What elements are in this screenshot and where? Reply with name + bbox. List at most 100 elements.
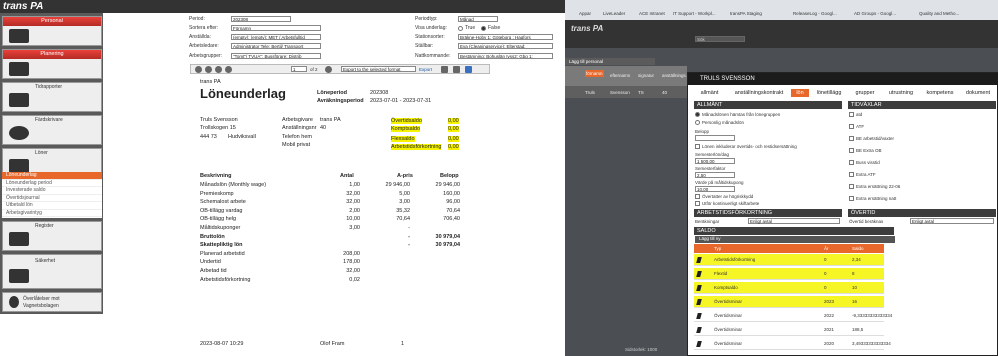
edit-icon[interactable] [696,313,702,319]
first-page-icon[interactable] [195,66,202,73]
print-icon[interactable] [441,66,448,73]
col-saldo[interactable]: Saldo [852,246,864,251]
layout-icon[interactable] [465,66,472,73]
menu-item-loneunderlag-period[interactable]: Löneunderlag period [2,179,102,187]
tidvaxlar-checkbox[interactable] [849,184,854,189]
bookmark[interactable]: Quality and Metho... [919,11,959,16]
saldo-add-button[interactable]: Lägg till ny [695,236,895,243]
tidvaxlar-checkbox[interactable] [849,196,854,201]
bookmark[interactable]: ReleaseLog - Googl... [793,11,837,16]
overtid-select[interactable]: Enligt avtal [910,218,994,224]
sidebar-section-overlatelser[interactable]: Överlåtelser mot Vagnetsbolagen [2,292,102,312]
saldo-typ: Övertidsminar [714,327,743,332]
tidvaxlar-checkbox[interactable] [849,124,854,129]
edit-icon[interactable] [696,327,702,333]
station-select[interactable]: Bräkne-Hoby 1; Göteborg ; Hagfors [458,34,553,40]
saldo-row[interactable]: Övertidsminar 2021 188,5 [694,324,884,336]
menu-item-investerade-saldo[interactable]: Investerade saldo [2,187,102,195]
sidebar-section-tidrapporter[interactable]: Tidrapporter [2,82,102,112]
edit-icon[interactable] [696,299,702,305]
berakningar-select[interactable]: Enligt avtal [748,218,840,224]
bookmark[interactable]: AD Groups - Googl... [854,11,896,16]
tab-lonetillagg[interactable]: lönetillägg [810,89,848,97]
edit-icon[interactable] [696,341,702,347]
col-fornamn[interactable]: förnamn [585,70,604,77]
table-row[interactable]: Truls Svensson TS 40 [565,86,687,98]
sortera-select[interactable]: Förnamn [231,25,321,31]
saldo-row[interactable]: Övertidsminar 2022 -9,33333333333334 [694,310,892,322]
menu-item-loneunderlag[interactable]: Löneunderlag [2,172,102,180]
next-page-icon[interactable] [325,66,332,73]
refresh-icon[interactable] [215,66,222,73]
sidebar-section-personal[interactable]: Personal [2,16,102,46]
zoom-icon[interactable] [225,66,232,73]
bookmark[interactable]: LiveLeader [603,11,625,16]
ovtid-checkbox[interactable] [695,194,700,199]
tab-allmant[interactable]: allmänt [692,89,727,97]
tidvaxlar-checkbox[interactable] [849,172,854,177]
utfor-checkbox[interactable] [695,201,700,206]
tab-grupper[interactable]: grupper [851,89,879,97]
export-link[interactable]: Export [419,67,432,72]
visa-false-radio[interactable] [481,26,486,31]
bookmark[interactable]: IT Support - Workpl... [673,11,716,16]
tidvaxlar-checkbox[interactable] [849,160,854,165]
menu-item-utbetald-lon[interactable]: Utbetald lön [2,202,102,210]
tidvaxlar-checkbox[interactable] [849,148,854,153]
tab-dokument[interactable]: dokument [960,89,996,97]
saldo-row[interactable]: Arbetstidsförkortning 0 2,34 [694,254,884,266]
page-input[interactable]: 1 [291,66,307,72]
bookmark[interactable]: ACE Intranet [639,11,665,16]
add-personal-button[interactable]: Lägg till personal [565,58,655,65]
export-format-select[interactable]: Export to the selected format [341,66,416,72]
tidvaxlar-checkbox[interactable] [849,136,854,141]
arbetsledare-select[interactable]: Administrator Tele; Bertil/ Transport [231,43,321,49]
print-page-icon[interactable] [453,66,460,73]
pager-size[interactable]: Sidstorlek: 1000 [625,347,657,352]
bookmark[interactable]: Appar [579,11,591,16]
visa-false-label: False [488,25,501,31]
edit-icon[interactable] [696,257,702,263]
sidebar-section-fardskrivare[interactable]: Färdskrivare [2,115,102,145]
search-input[interactable]: Sök [695,36,745,42]
col-ar[interactable]: År [824,246,829,251]
edit-icon[interactable] [696,285,702,291]
maltid-input[interactable]: 10,00 [695,186,735,192]
tab-utrustning[interactable]: utrustning [882,89,920,97]
grid-header: förnamn efternamn signatur anställnings.… [565,66,690,86]
tab-kompetens[interactable]: kompetens [922,89,958,97]
periodtyp-select[interactable]: Månad [458,16,498,22]
menu-item-arbetsgivarintyg[interactable]: Arbetsgivarintyg [2,209,102,217]
col-typ[interactable]: Typ [714,246,721,251]
saldo-row[interactable]: Övertidsminar 2020 3,49333333333334 [694,338,891,350]
arbetsgrupper-select[interactable]: "Tomt"/ TVUA"; Bussförare; Distrib [231,53,321,59]
col-signatur[interactable]: signatur [638,73,654,78]
saldo-row[interactable]: Övertidsminar 2023 16 [694,296,884,308]
prev-page-icon[interactable] [205,66,212,73]
tidvaxlar-checkbox[interactable] [849,112,854,117]
semesterfaktor-input[interactable]: 2,50 [695,172,735,178]
lonen-checkbox[interactable] [695,144,700,149]
sidebar-section-register[interactable]: Register [2,221,102,251]
loner-submenu: Löneunderlag Löneunderlag period Investe… [2,172,102,218]
semesterlon-input[interactable]: 1 500,00 [695,158,735,164]
period-input[interactable]: 202308 [231,16,291,22]
belopp-input[interactable] [695,135,735,141]
saldo-row[interactable]: Komptsaldo 0 10 [694,282,884,294]
stallbar-select[interactable]: Eva (Cleaningservice); Elterstad; [458,43,553,49]
sidebar-section-sakerhet[interactable]: Säkerhet [2,254,102,289]
menu-item-overtidsjournal[interactable]: Övertidsjournal [2,194,102,202]
radio-personlig[interactable] [695,120,700,125]
col-efternamn[interactable]: efternamn [610,73,630,78]
bookmark[interactable]: transPA Staging [730,11,762,16]
saldo-row[interactable]: Flextid 0 8 [694,268,884,280]
edit-icon[interactable] [696,271,702,277]
sidebar-section-planering[interactable]: Planering [2,49,102,79]
nattkommande-select[interactable]: Bestämning; Bohuslän Ivss2; Gbg 1; [458,53,553,59]
visa-true-radio[interactable] [458,26,463,31]
tab-lon[interactable]: lön [791,89,809,97]
tab-anstallningskontrakt[interactable]: anställningskontrakt [728,89,790,97]
col-anstallningsnr[interactable]: anställnings... [662,73,690,78]
radio-fran-lonegrupp[interactable] [695,112,700,117]
anstallda-select[interactable]: (empty); (empty); MET / Arbetsfulltid [231,34,321,40]
